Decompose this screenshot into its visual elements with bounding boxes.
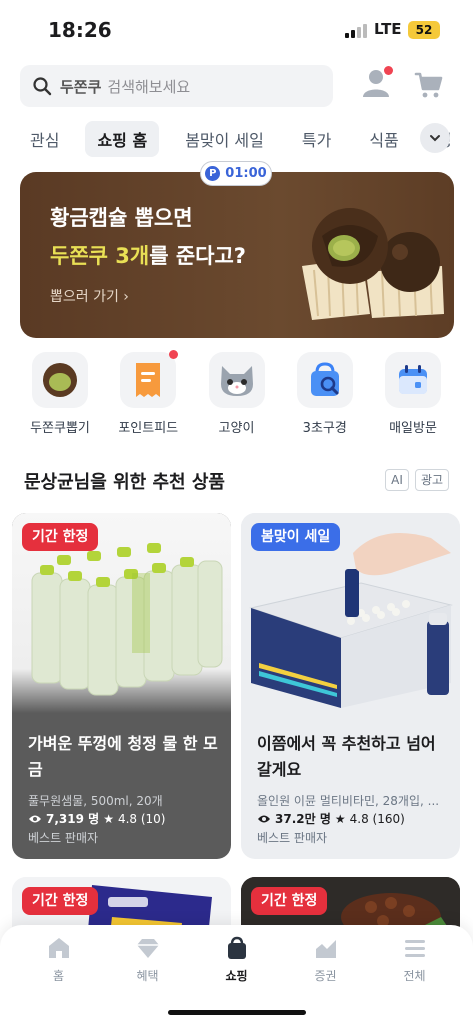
promo-banner[interactable]: 황금캡슐 뽑으면 두쫀쿠 3개를 준다고? 뽑으러 가기 › — [20, 172, 454, 338]
diamond-icon — [136, 939, 159, 958]
product-stats: 37.2만 명 ★ 4.8 (160) — [257, 810, 405, 827]
product-card[interactable]: 봄맞이 세일 이쯤에서 꼭 추천하고 넘어갈게요 올인원 이뮨 멀티비타민, 2… — [241, 513, 460, 859]
menu-icon — [404, 940, 425, 957]
quick-icon-box — [385, 352, 441, 408]
notification-dot — [384, 66, 393, 75]
nav-label: 혜택 — [136, 969, 159, 983]
seller-label: 베스트 판매자 — [28, 831, 99, 845]
tabs-expand-button[interactable] — [420, 123, 450, 153]
tab-spring-sale[interactable]: 봄맞이 세일 — [173, 121, 276, 157]
seller-label: 베스트 판매자 — [257, 831, 328, 845]
sale-badge: 봄맞이 세일 — [251, 523, 341, 551]
calendar-icon — [399, 365, 427, 394]
home-icon — [48, 938, 69, 958]
quick-menu: 두쫀쿠뽑기 포인트피드 고양이 3초구경 매일방문 — [20, 350, 453, 436]
shopping-bag-icon — [227, 936, 246, 959]
tab-shopping-home[interactable]: 쇼핑 홈 — [85, 121, 160, 157]
search-input[interactable]: 두쫀쿠 검색해보세요 — [20, 65, 333, 107]
section-title: 문상균님을 위한 추천 상품 — [24, 472, 225, 493]
timer-badge: P 01:00 — [200, 161, 272, 186]
quick-item-daily-visit[interactable]: 매일방문 — [373, 352, 453, 436]
quick-icon-box — [32, 352, 88, 408]
receipt-icon — [136, 363, 161, 397]
limited-badge: 기간 한정 — [22, 523, 99, 551]
product-title: 이쯤에서 꼭 추천하고 넘어갈게요 — [257, 734, 436, 779]
network-label: LTE — [374, 20, 402, 38]
quick-label: 매일방문 — [389, 421, 437, 436]
banner-highlight: 두쫀쿠 3개 — [50, 244, 150, 268]
cart-icon[interactable] — [414, 70, 444, 100]
ai-tag: AI — [385, 469, 409, 491]
category-tabs: 관심 쇼핑 홈 봄맞이 세일 특가 식품 생 — [18, 121, 458, 157]
quick-label: 두쫀쿠뽑기 — [30, 421, 90, 436]
cat-icon — [220, 366, 253, 396]
quick-item-3sec-browse[interactable]: 3초구경 — [285, 352, 365, 436]
quick-item-chocolate-draw[interactable]: 두쫀쿠뽑기 — [20, 352, 100, 436]
ad-tag[interactable]: 광고 — [415, 469, 449, 491]
tab-special-price[interactable]: 특가 — [290, 121, 343, 157]
quick-item-cat[interactable]: 고양이 — [197, 352, 277, 436]
quick-label: 포인트피드 — [118, 421, 179, 436]
limited-badge: 기간 한정 — [22, 887, 99, 915]
star-icon: ★ — [334, 811, 346, 826]
nav-label: 홈 — [52, 969, 65, 983]
banner-headline: 황금캡슐 뽑으면 — [50, 206, 193, 230]
signal-icon — [345, 24, 367, 38]
banner-subheadline: 두쫀쿠 3개를 준다고? — [50, 240, 246, 270]
search-placeholder: 검색해보세요 — [107, 77, 191, 96]
star-icon: ★ — [103, 811, 114, 826]
quick-label: 고양이 — [218, 421, 255, 436]
limited-badge: 기간 한정 — [251, 887, 328, 915]
quick-icon-box — [296, 352, 353, 408]
battery-level: 52 — [415, 23, 433, 37]
banner-link[interactable]: 뽑으러 가기 › — [50, 286, 129, 306]
nav-home[interactable]: 홈 — [24, 935, 94, 1024]
search-keyword: 두쫀쿠 — [60, 77, 102, 96]
quick-icon-box — [208, 352, 265, 408]
product-stats: 7,319 명 ★ 4.8 (10) — [28, 810, 165, 827]
point-icon: P — [205, 166, 221, 181]
home-indicator — [168, 1010, 306, 1015]
view-count: 37.2만 명 — [275, 812, 331, 826]
chocolate-cookie-illustration — [302, 208, 444, 320]
chart-icon — [315, 940, 336, 958]
eye-icon — [29, 815, 41, 822]
nav-all[interactable]: 전체 — [380, 935, 450, 1024]
tab-food[interactable]: 식품 — [357, 121, 410, 157]
notification-dot — [169, 350, 179, 359]
timer-text: 01:00 — [225, 166, 267, 181]
product-title: 가벼운 뚜껑에 청정 물 한 모금 — [28, 734, 218, 779]
quick-item-point-feed[interactable]: 포인트피드 — [108, 350, 188, 436]
search-icon — [33, 77, 52, 96]
banner-rest: 를 준다고? — [149, 244, 246, 268]
chocolate-ball-icon — [43, 363, 77, 397]
tab-interest[interactable]: 관심 — [18, 121, 71, 157]
status-time: 18:26 — [48, 18, 112, 42]
view-count: 7,319 명 — [46, 812, 100, 826]
product-card[interactable]: 기간 한정 가벼운 뚜껑에 청정 물 한 모금 풀무원샘물, 500ml, 20… — [12, 513, 231, 859]
eye-icon — [258, 815, 270, 822]
nav-label: 증권 — [314, 969, 337, 983]
rating: 4.8 (10) — [117, 811, 166, 826]
shopping-bag-search-icon — [310, 362, 339, 396]
nav-label: 쇼핑 — [225, 969, 248, 983]
status-bar: 18:26 LTE 52 — [0, 0, 473, 60]
quick-icon-box — [120, 350, 179, 408]
quick-label: 3초구경 — [302, 421, 347, 436]
rating: 4.8 (160) — [349, 811, 405, 826]
battery-icon: 52 — [408, 21, 440, 39]
product-subtitle: 올인원 이뮨 멀티비타민, 28개입, ... — [257, 794, 440, 808]
nav-label: 전체 — [403, 969, 426, 983]
product-subtitle: 풀무원샘물, 500ml, 20개 — [28, 794, 163, 808]
chevron-down-icon — [430, 135, 440, 142]
